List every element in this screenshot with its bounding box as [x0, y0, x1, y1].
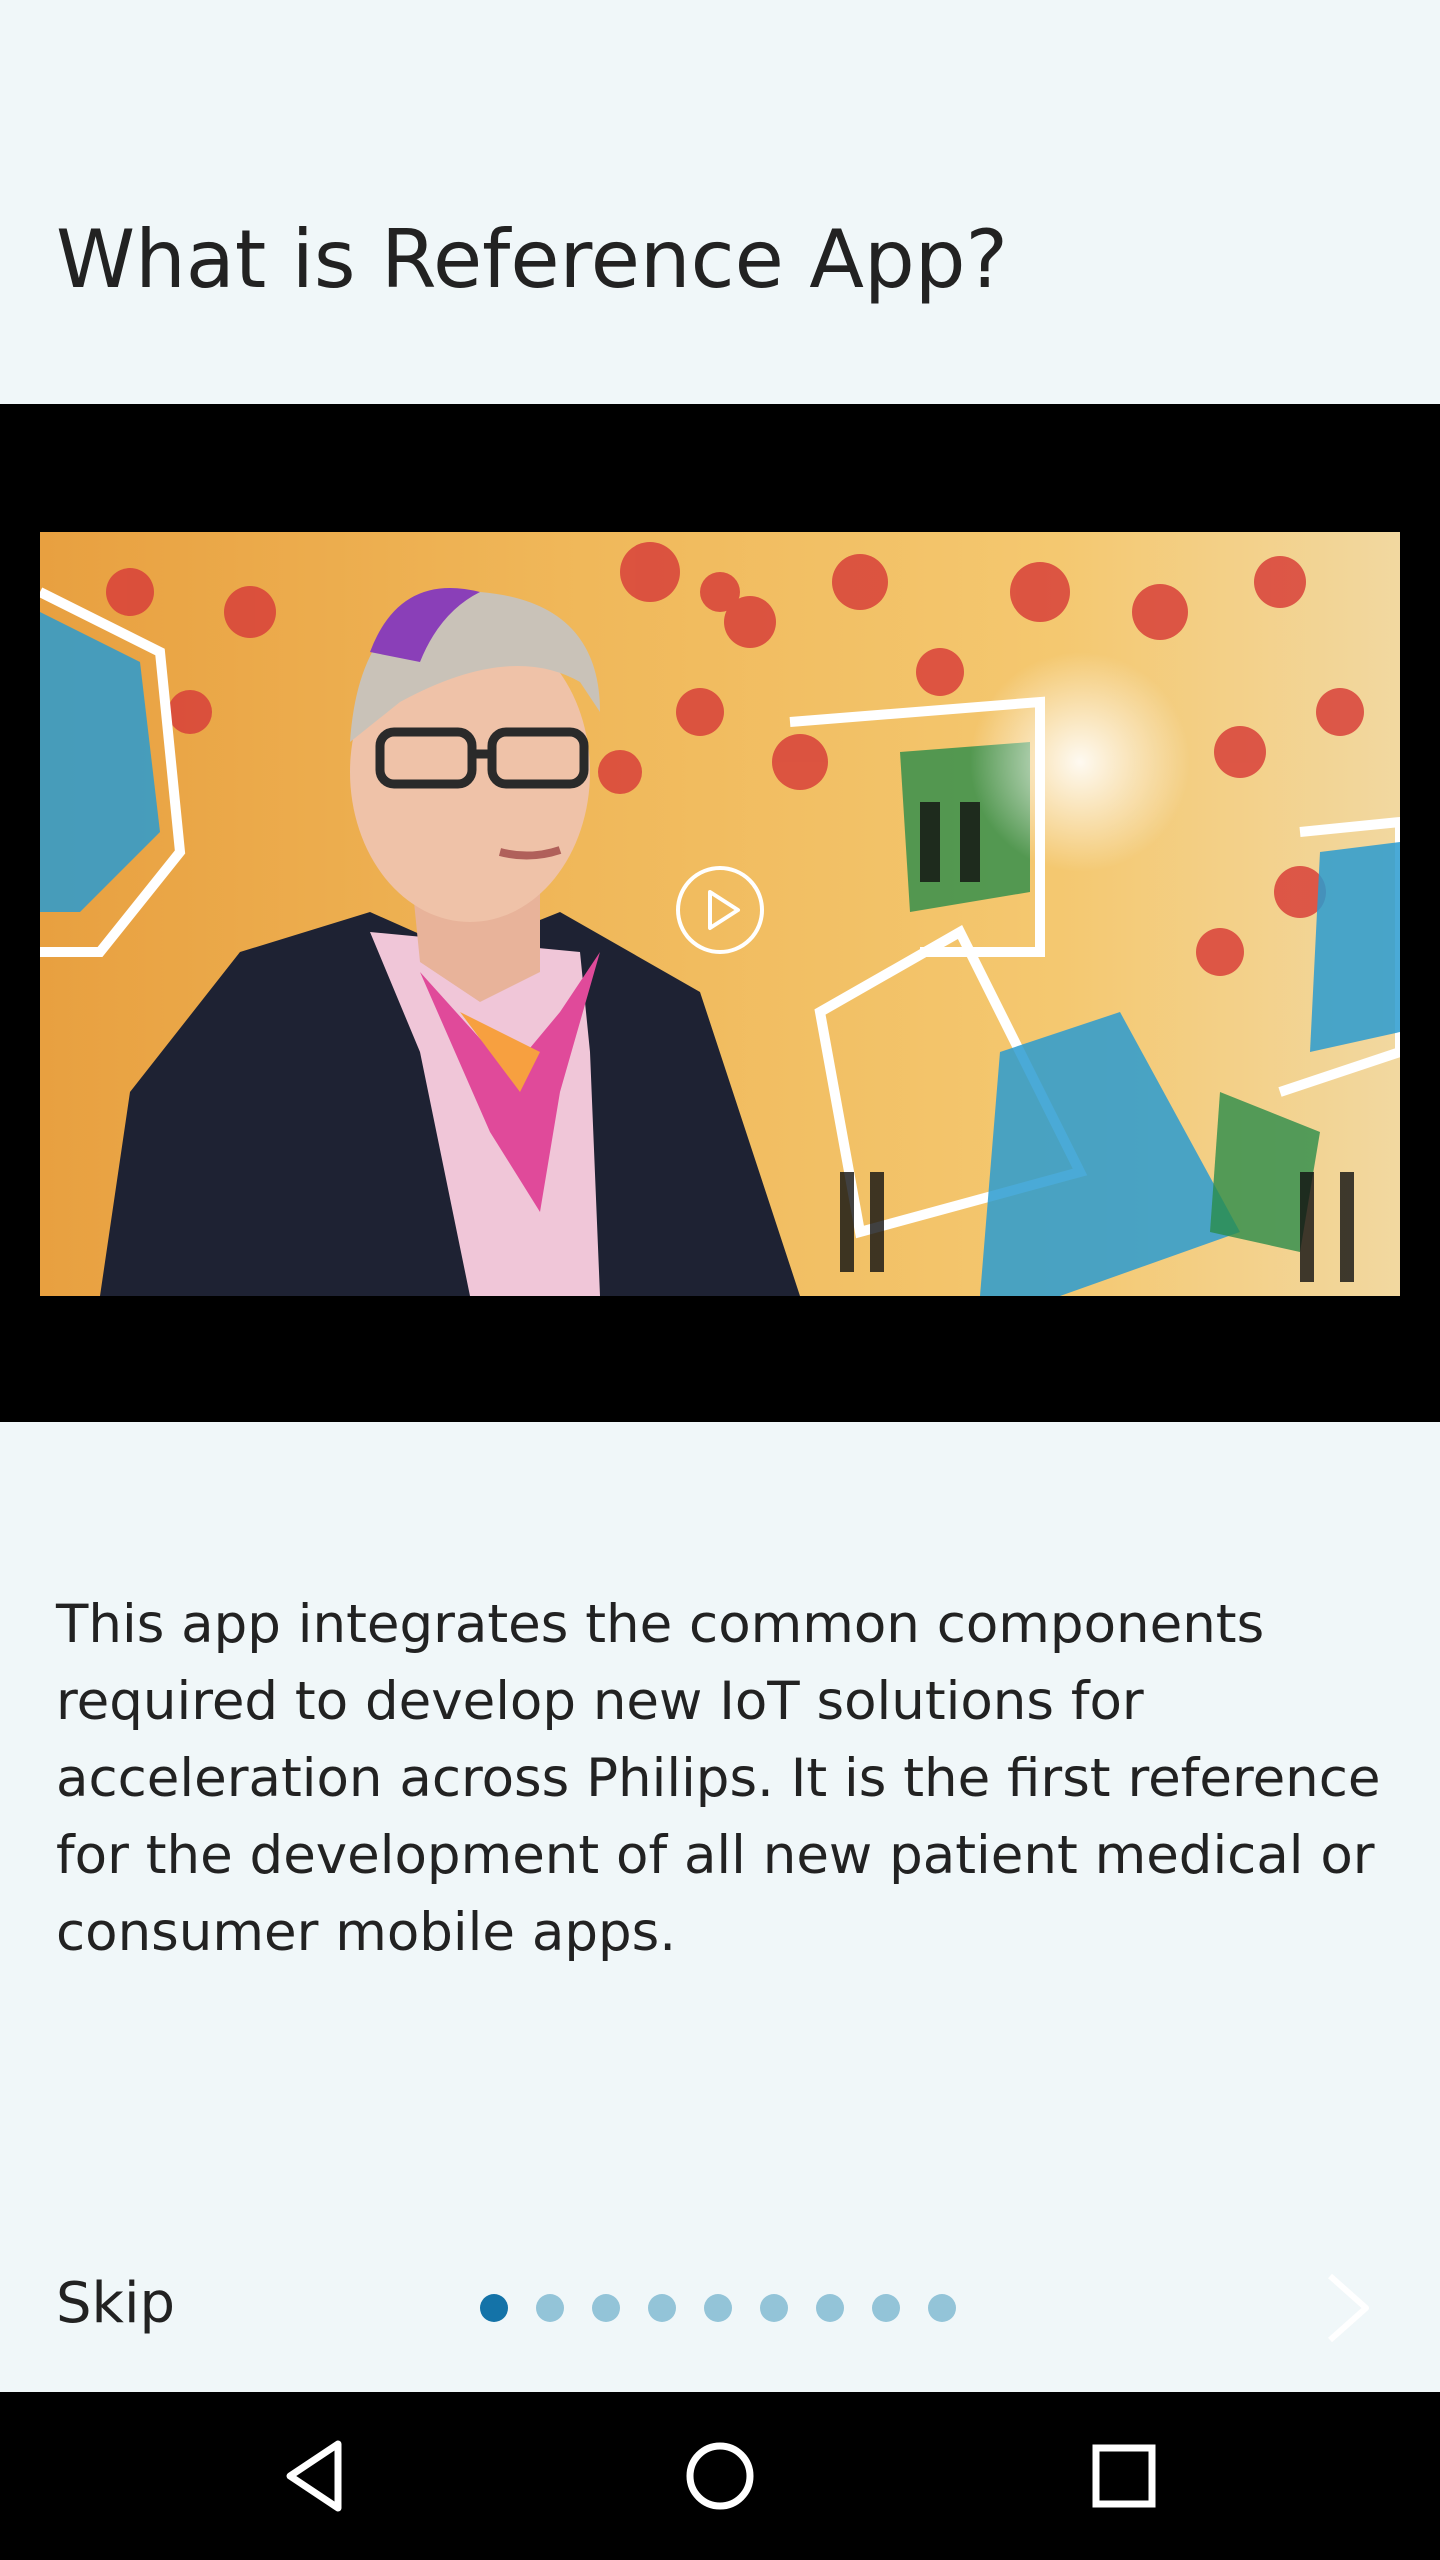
page-dot-5: [704, 2294, 732, 2322]
page-dot-7: [816, 2294, 844, 2322]
page-dot-6: [760, 2294, 788, 2322]
system-navigation-bar: [0, 2392, 1440, 2560]
play-button[interactable]: [676, 866, 764, 954]
page-dot-4: [648, 2294, 676, 2322]
onboarding-description: This app integrates the common component…: [56, 1594, 1381, 1963]
recents-square-icon: [1092, 2444, 1156, 2508]
recents-button[interactable]: [1078, 2430, 1170, 2522]
page-title: What is Reference App?: [56, 213, 1008, 306]
home-circle-icon: [686, 2442, 754, 2510]
back-button[interactable]: [270, 2430, 362, 2522]
next-button[interactable]: [1318, 2268, 1378, 2348]
home-button[interactable]: [674, 2430, 766, 2522]
page-dot-8: [872, 2294, 900, 2322]
page-dot-3: [592, 2294, 620, 2322]
skip-button[interactable]: Skip: [56, 2276, 175, 2332]
back-triangle-icon: [286, 2440, 342, 2512]
play-icon: [708, 890, 740, 930]
page-dot-1: [480, 2294, 508, 2322]
page-dot-2: [536, 2294, 564, 2322]
chevron-right-icon: [1328, 2273, 1369, 2343]
page-dot-9: [928, 2294, 956, 2322]
onboarding-footer: Skip: [0, 2246, 1440, 2368]
